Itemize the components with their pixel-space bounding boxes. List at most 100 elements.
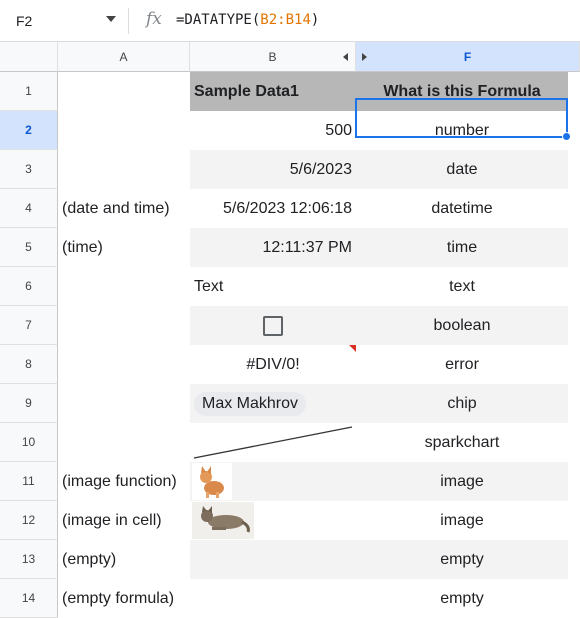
cell-a[interactable]: (time)	[58, 228, 190, 267]
cell-f[interactable]: boolean	[356, 306, 568, 345]
formula-range-ref: B2:B14	[260, 12, 311, 28]
formula-prefix: =DATATYPE(	[176, 12, 261, 28]
cell-text: (image in cell)	[62, 511, 162, 529]
cell-f[interactable]: empty	[356, 540, 568, 579]
cell-a[interactable]	[58, 345, 190, 384]
row-number: 3	[25, 162, 32, 176]
cell-f[interactable]: image	[356, 501, 568, 540]
cell-a[interactable]	[58, 72, 190, 111]
cell-a[interactable]	[58, 150, 190, 189]
row-header[interactable]: 5	[0, 228, 58, 267]
select-all-corner[interactable]	[0, 42, 58, 72]
row-header[interactable]: 6	[0, 267, 58, 306]
row-number: 7	[25, 318, 32, 332]
cell-f[interactable]: datetime	[356, 189, 568, 228]
cell-text: (date and time)	[62, 199, 170, 217]
row-header[interactable]: 7	[0, 306, 58, 345]
person-chip[interactable]: Max Makhrov	[194, 391, 307, 416]
row-number: 1	[25, 84, 32, 98]
row-number: 2	[25, 123, 32, 137]
divider	[128, 8, 129, 34]
cell-f[interactable]: empty	[356, 579, 568, 618]
row-header[interactable]: 10	[0, 423, 58, 462]
expand-left-icon[interactable]	[343, 53, 348, 61]
cell-f[interactable]: error	[356, 345, 568, 384]
cell-text: date	[446, 160, 478, 178]
column-label: F	[463, 49, 472, 64]
cell-text: 500	[325, 121, 352, 139]
row-number: 14	[21, 591, 36, 605]
cell-text: 5/6/2023 12:06:18	[222, 199, 352, 217]
row-header[interactable]: 4	[0, 189, 58, 228]
error-indicator-icon[interactable]	[349, 345, 356, 352]
cell-b[interactable]: Text	[190, 267, 356, 306]
row-header[interactable]: 14	[0, 579, 58, 618]
expand-right-icon[interactable]	[362, 53, 367, 61]
row-header[interactable]: 3	[0, 150, 58, 189]
cell-text: (time)	[62, 238, 103, 256]
cell-b[interactable]: 12:11:37 PM	[190, 228, 356, 267]
cell-text: datetime	[431, 199, 493, 217]
cell-text: #DIV/0!	[246, 355, 300, 373]
row-header[interactable]: 9	[0, 384, 58, 423]
row-number: 6	[25, 279, 32, 293]
fx-icon: fx	[146, 9, 162, 29]
cell-text: Sample Data1	[194, 82, 299, 100]
cell-text: boolean	[433, 316, 491, 334]
cell-b[interactable]	[190, 306, 356, 345]
cat-image	[192, 502, 254, 539]
cell-f[interactable]: time	[356, 228, 568, 267]
formula-input[interactable]: =DATATYPE(B2:B14)	[176, 12, 319, 28]
cell-b[interactable]: 500	[190, 111, 356, 150]
cell-b[interactable]	[190, 579, 356, 618]
cell-b[interactable]: 5/6/2023	[190, 150, 356, 189]
column-header-f[interactable]: F	[356, 42, 580, 72]
cell-f[interactable]: date	[356, 150, 568, 189]
cell-text: text	[449, 277, 475, 295]
cell-a[interactable]	[58, 384, 190, 423]
cell-text: error	[445, 355, 479, 373]
row-header[interactable]: 1	[0, 72, 58, 111]
cell-b[interactable]: 5/6/2023 12:06:18	[190, 189, 356, 228]
cell-a[interactable]: (image function)	[58, 462, 190, 501]
row-header[interactable]: 13	[0, 540, 58, 579]
row-number: 5	[25, 240, 32, 254]
cell-text: 12:11:37 PM	[262, 238, 352, 256]
cell-a[interactable]: (empty)	[58, 540, 190, 579]
cell-text: empty	[440, 589, 484, 607]
cell-a[interactable]	[58, 423, 190, 462]
row-number: 10	[21, 435, 36, 449]
cell-text: chip	[447, 394, 477, 412]
cell-text: image	[440, 511, 484, 529]
cell-b[interactable]	[190, 501, 356, 540]
row-header[interactable]: 11	[0, 462, 58, 501]
cell-b[interactable]	[190, 540, 356, 579]
cell-b[interactable]	[190, 462, 356, 501]
checkbox[interactable]	[263, 315, 283, 336]
column-label: B	[268, 49, 277, 64]
cell-a[interactable]	[58, 306, 190, 345]
cell-f[interactable]: chip	[356, 384, 568, 423]
cell-a[interactable]: (image in cell)	[58, 501, 190, 540]
row-header[interactable]: 2	[0, 111, 58, 150]
row-number: 13	[21, 552, 36, 566]
cell-b[interactable]: Sample Data1	[190, 72, 356, 111]
column-header-a[interactable]: A	[58, 42, 190, 72]
cell-b[interactable]: #DIV/0!	[190, 345, 356, 384]
cell-a[interactable]	[58, 267, 190, 306]
cell-b[interactable]: Max Makhrov	[190, 384, 356, 423]
cell-a[interactable]: (date and time)	[58, 189, 190, 228]
column-header-b[interactable]: B	[190, 42, 356, 72]
cell-a[interactable]	[58, 111, 190, 150]
cell-f[interactable]: text	[356, 267, 568, 306]
row-number: 12	[21, 513, 36, 527]
cell-b[interactable]	[190, 423, 356, 462]
row-header[interactable]: 8	[0, 345, 58, 384]
row-header[interactable]: 12	[0, 501, 58, 540]
cell-f[interactable]: sparkchart	[356, 423, 568, 462]
cell-a[interactable]: (empty formula)	[58, 579, 190, 618]
fill-handle[interactable]	[562, 132, 571, 141]
chevron-down-icon[interactable]	[106, 16, 116, 22]
cell-f[interactable]: image	[356, 462, 568, 501]
active-cell-border	[355, 98, 568, 138]
